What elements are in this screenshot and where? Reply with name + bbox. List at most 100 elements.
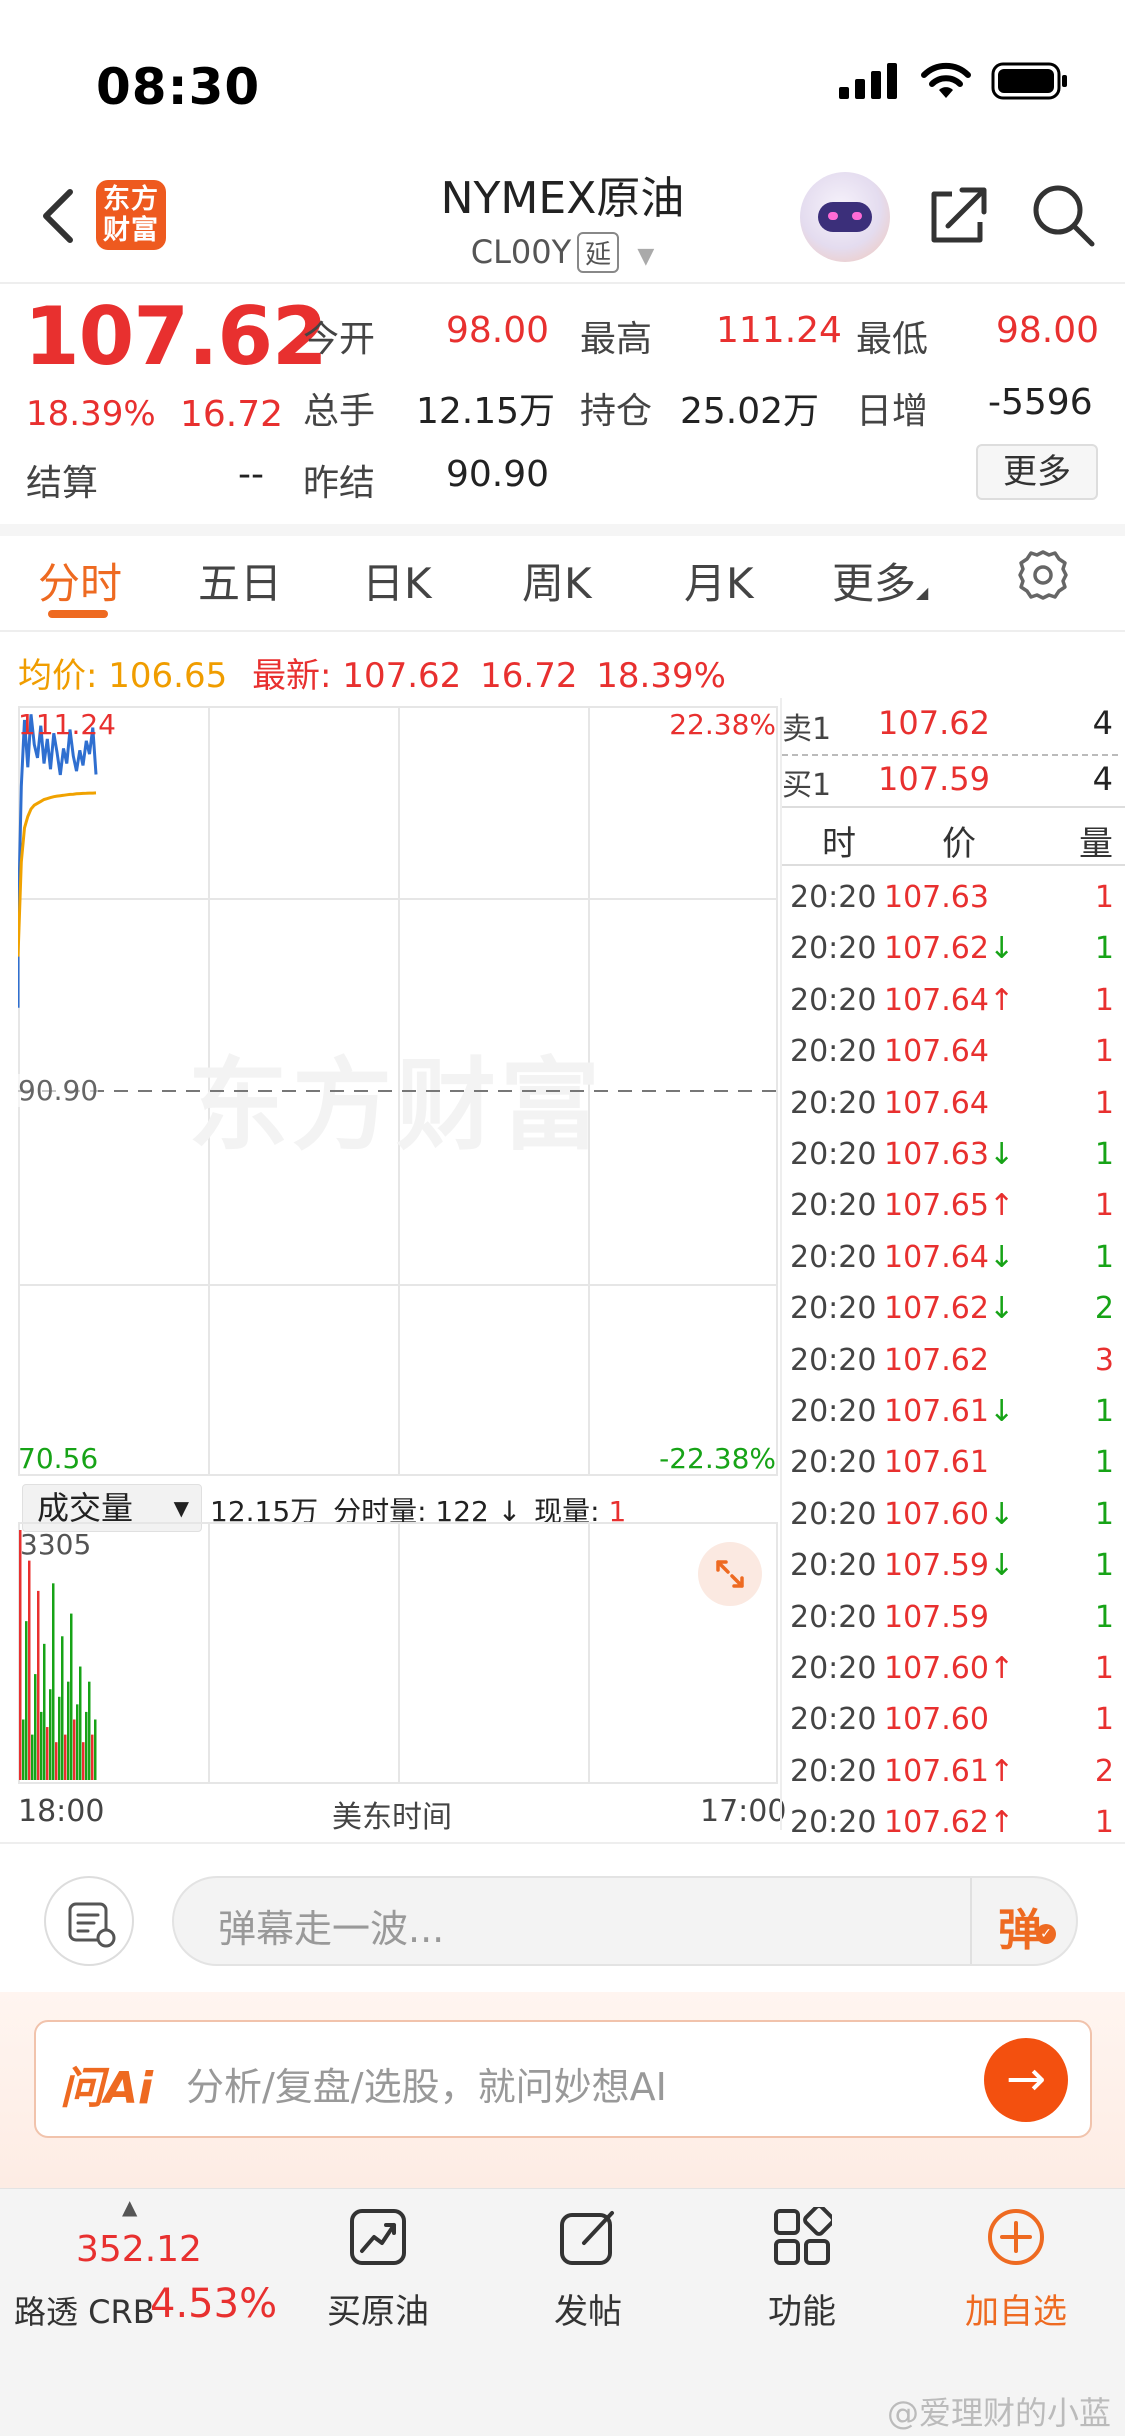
buy-crude-button[interactable]: 买原油 <box>318 2207 438 2333</box>
trade-price: 107.59↓ <box>884 1548 1014 1583</box>
trade-arrow-icon: ↓ <box>988 1394 1015 1429</box>
wifi-icon <box>921 62 971 98</box>
ai-logo: 问Ai <box>60 2063 154 2114</box>
price-line-svg <box>18 714 778 1092</box>
price-chart[interactable]: 东方财富 111.24 22.38% 90.90 70.56 -22.38% <box>18 706 778 1476</box>
trade-price: 107.61↑ <box>884 1754 1014 1789</box>
low-value: 98.00 <box>996 310 1100 351</box>
trade-vol: 1 <box>1094 931 1114 967</box>
trades-header-divider <box>782 864 1125 866</box>
danmaku-input[interactable]: 弹幕走一波... 弹 ✓ <box>172 1876 1078 1966</box>
open-label: 今开 <box>303 319 376 360</box>
trades-header-price: 价 <box>942 824 976 864</box>
trade-arrow-icon: ↑ <box>988 1753 1015 1789</box>
avg-label: 均价: <box>18 656 98 696</box>
trade-price: 107.64↑ <box>884 983 1014 1018</box>
trade-price-value: 107.62 <box>884 1805 989 1841</box>
trade-arrow-icon: ↓ <box>988 1137 1015 1172</box>
trade-time: 20:20 <box>790 1599 877 1635</box>
trade-row: 20:20 107.64↑ 1 <box>788 975 1118 1026</box>
volume-value: 12.15万 <box>416 391 556 432</box>
trade-arrow-icon: ↑ <box>988 982 1015 1018</box>
expand-icon[interactable] <box>698 1542 762 1606</box>
volume-bar <box>64 1734 67 1780</box>
trades-left-border <box>780 698 782 1830</box>
volume-bar <box>58 1696 61 1780</box>
trade-price-value: 107.65 <box>884 1188 989 1224</box>
trade-arrow-icon: ↑ <box>988 1188 1015 1224</box>
index-widget[interactable]: ▲ 352.12 路透 CRB 4.53% <box>14 2195 278 2335</box>
trade-price: 107.64 <box>884 1086 989 1121</box>
trade-price: 107.61 <box>884 1445 989 1480</box>
index-pct: 4.53% <box>150 2281 278 2327</box>
trade-row: 20:20 107.64↓ 1 <box>788 1232 1118 1283</box>
quote-divider <box>0 524 1125 536</box>
trade-time: 20:20 <box>790 982 877 1018</box>
order-book-divider <box>782 754 1118 756</box>
trade-row: 20:20 107.62 3 <box>788 1335 1118 1386</box>
index-value: 352.12 <box>76 2229 202 2270</box>
trade-arrow-icon: ↓ <box>988 1291 1015 1327</box>
tab-weekly-k[interactable]: 周K <box>522 550 592 611</box>
ai-submit-arrow-icon[interactable]: → <box>984 2038 1068 2122</box>
index-name: 路透 CRB <box>14 2293 155 2331</box>
avg-price-series-line <box>18 791 97 957</box>
volume-bar <box>43 1643 46 1780</box>
trade-row: 20:20 107.62↓ 1 <box>788 923 1118 974</box>
trade-price: 107.63 <box>884 880 989 915</box>
trade-arrow-icon: ↑ <box>988 1651 1015 1686</box>
trade-vol: 1 <box>1094 1599 1114 1635</box>
trade-vol: 1 <box>1094 1394 1114 1429</box>
tab-daily-k[interactable]: 日K <box>362 550 432 611</box>
danmaku-list-button[interactable] <box>44 1876 134 1966</box>
danmaku-send-button[interactable]: 弹 <box>998 1894 1042 1958</box>
prev-settle-label: 昨结 <box>303 463 376 504</box>
add-watchlist-button[interactable]: 加自选 <box>946 2207 1086 2333</box>
share-icon[interactable] <box>928 182 992 246</box>
trade-row: 20:20 107.63↓ 1 <box>788 1129 1118 1180</box>
trade-price-value: 107.64 <box>884 1239 989 1275</box>
trade-row: 20:20 107.64 1 <box>788 1026 1118 1077</box>
trade-arrow-icon: ↓ <box>988 1548 1015 1584</box>
prev-settle-value: 90.90 <box>446 454 550 495</box>
pct-max-label: 22.38% <box>669 708 776 741</box>
trade-price-value: 107.64 <box>884 1034 989 1070</box>
trade-price-value: 107.59 <box>884 1548 989 1584</box>
more-button[interactable]: 更多 <box>976 444 1098 500</box>
open-value: 98.00 <box>446 310 550 351</box>
danmaku-placeholder: 弹幕走一波... <box>218 1907 445 1951</box>
volume-chart[interactable]: 3305 <box>18 1522 778 1784</box>
tab-five-day[interactable]: 五日 <box>198 550 282 611</box>
x-start-label: 18:00 <box>18 1794 105 1829</box>
trade-price: 107.61↓ <box>884 1394 1014 1429</box>
chart-growth-icon <box>350 2209 406 2265</box>
robot-avatar-icon[interactable] <box>800 172 890 262</box>
trade-price: 107.64 <box>884 1034 989 1069</box>
trade-time: 20:20 <box>790 1394 877 1429</box>
tab-intraday[interactable]: 分时 <box>38 550 122 611</box>
trade-vol: 1 <box>1094 982 1114 1018</box>
trade-vol: 1 <box>1094 1496 1114 1532</box>
trade-price-value: 107.62 <box>884 931 989 967</box>
tab-monthly-k[interactable]: 月K <box>684 550 754 611</box>
trade-time: 20:20 <box>790 1496 877 1532</box>
tab-more[interactable]: 更多◢ <box>832 550 928 611</box>
latest-change: 16.72 <box>480 656 578 696</box>
up-caret-icon: ▲ <box>122 2195 138 2219</box>
daily-increase-value: -5596 <box>988 382 1093 423</box>
post-button[interactable]: 发帖 <box>528 2207 648 2333</box>
tab-more-label: 更多 <box>832 559 917 608</box>
trade-row: 20:20 107.61↓ 1 <box>788 1386 1118 1437</box>
bid-price: 107.59 <box>878 760 990 798</box>
trade-row: 20:20 107.61↑ 2 <box>788 1746 1118 1797</box>
settings-gear-icon[interactable] <box>1016 548 1070 602</box>
ai-input-bar[interactable]: 问Ai 分析/复盘/选股，就问妙想AI → <box>34 2020 1092 2138</box>
volume-bar <box>88 1681 91 1780</box>
search-icon[interactable] <box>1030 182 1096 248</box>
trade-vol: 1 <box>1094 1137 1114 1172</box>
volume-bar <box>37 1590 40 1780</box>
volume-bar <box>91 1734 94 1780</box>
functions-button[interactable]: 功能 <box>742 2204 862 2333</box>
trade-time: 20:20 <box>790 1085 877 1121</box>
volume-bar <box>31 1734 34 1780</box>
